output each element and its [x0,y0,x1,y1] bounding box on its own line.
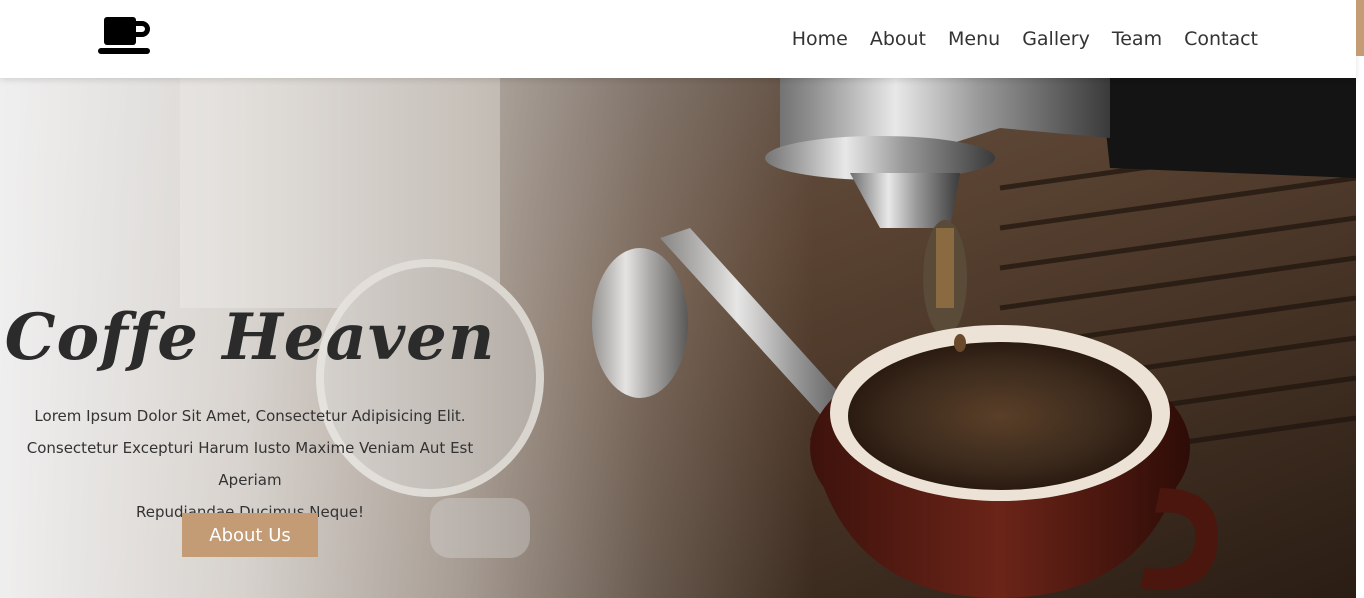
nav-gallery[interactable]: Gallery [1022,28,1090,50]
nav-about[interactable]: About [870,28,926,50]
nav-menu[interactable]: Menu [948,28,1000,50]
hero-text-line-1: Lorem Ipsum Dolor Sit Amet, Consectetur … [34,407,466,425]
coffee-cup-icon[interactable] [96,14,156,58]
site-header: Home About Menu Gallery Team Contact [0,0,1356,78]
hero-section: Coffe Heaven Lorem Ipsum Dolor Sit Amet,… [0,78,1356,598]
main-nav: Home About Menu Gallery Team Contact [770,0,1258,78]
hero-text-line-2: Consectetur Excepturi Harum Iusto Maxime… [26,439,474,489]
hero-content: Coffe Heaven Lorem Ipsum Dolor Sit Amet,… [0,78,500,598]
about-us-button[interactable]: About Us [182,513,318,557]
scrollbar-thumb[interactable] [1356,0,1364,56]
nav-home[interactable]: Home [792,28,848,50]
hero-description: Lorem Ipsum Dolor Sit Amet, Consectetur … [0,400,500,528]
nav-team[interactable]: Team [1112,28,1162,50]
hero-title: Coffe Heaven [4,300,496,375]
nav-contact[interactable]: Contact [1184,28,1258,50]
